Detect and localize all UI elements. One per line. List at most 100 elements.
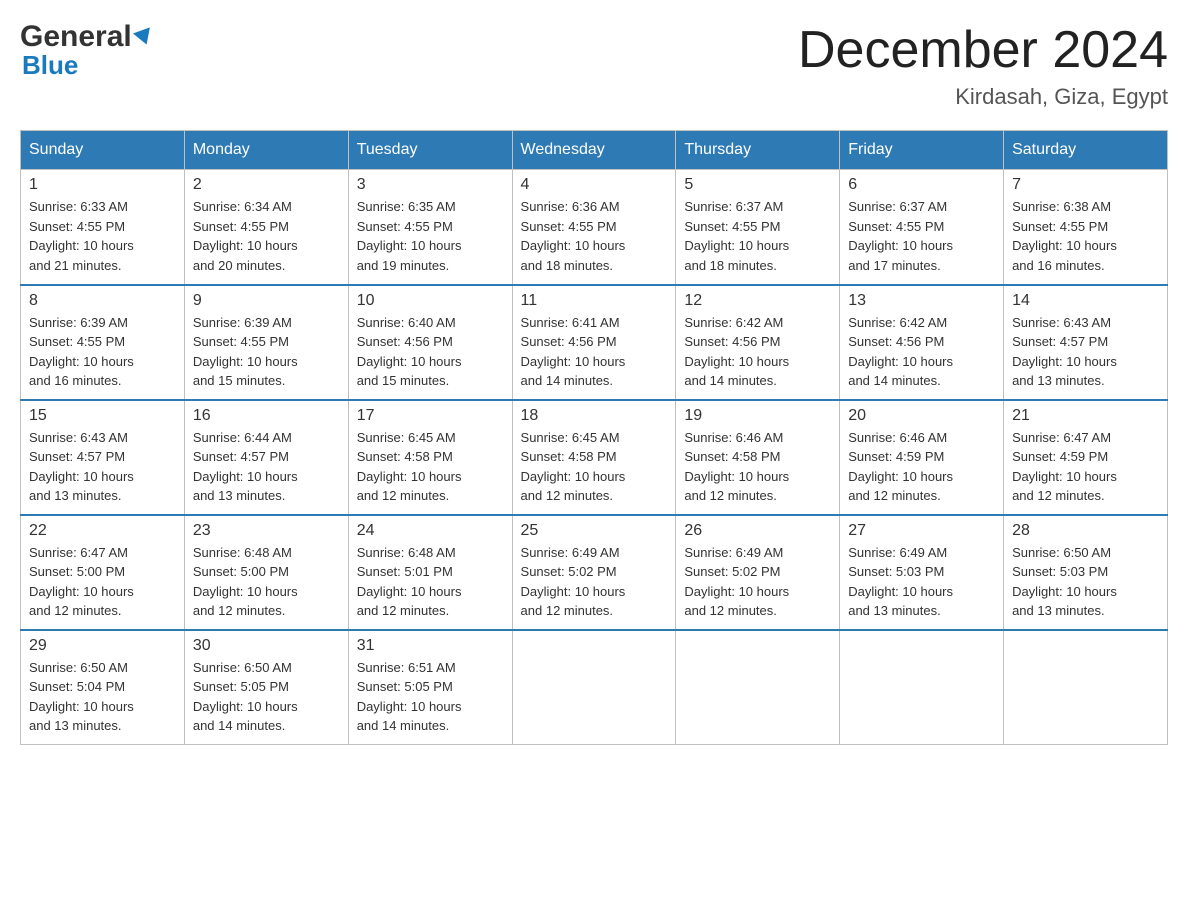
day-info: Sunrise: 6:42 AM Sunset: 4:56 PM Dayligh…: [684, 313, 831, 391]
table-row: 2 Sunrise: 6:34 AM Sunset: 4:55 PM Dayli…: [184, 170, 348, 285]
calendar-week-row: 22 Sunrise: 6:47 AM Sunset: 5:00 PM Dayl…: [21, 515, 1168, 630]
day-info: Sunrise: 6:36 AM Sunset: 4:55 PM Dayligh…: [521, 197, 668, 275]
table-row: 13 Sunrise: 6:42 AM Sunset: 4:56 PM Dayl…: [840, 285, 1004, 400]
day-info: Sunrise: 6:40 AM Sunset: 4:56 PM Dayligh…: [357, 313, 504, 391]
day-number: 16: [193, 407, 340, 425]
table-row: 5 Sunrise: 6:37 AM Sunset: 4:55 PM Dayli…: [676, 170, 840, 285]
table-row: 23 Sunrise: 6:48 AM Sunset: 5:00 PM Dayl…: [184, 515, 348, 630]
day-number: 18: [521, 407, 668, 425]
day-number: 20: [848, 407, 995, 425]
day-info: Sunrise: 6:33 AM Sunset: 4:55 PM Dayligh…: [29, 197, 176, 275]
table-row: 21 Sunrise: 6:47 AM Sunset: 4:59 PM Dayl…: [1004, 400, 1168, 515]
day-number: 12: [684, 292, 831, 310]
day-number: 7: [1012, 176, 1159, 194]
day-info: Sunrise: 6:46 AM Sunset: 4:58 PM Dayligh…: [684, 428, 831, 506]
table-row: 20 Sunrise: 6:46 AM Sunset: 4:59 PM Dayl…: [840, 400, 1004, 515]
day-info: Sunrise: 6:41 AM Sunset: 4:56 PM Dayligh…: [521, 313, 668, 391]
table-row: 29 Sunrise: 6:50 AM Sunset: 5:04 PM Dayl…: [21, 630, 185, 745]
day-info: Sunrise: 6:37 AM Sunset: 4:55 PM Dayligh…: [848, 197, 995, 275]
day-number: 24: [357, 522, 504, 540]
day-number: 10: [357, 292, 504, 310]
table-row: 17 Sunrise: 6:45 AM Sunset: 4:58 PM Dayl…: [348, 400, 512, 515]
day-info: Sunrise: 6:43 AM Sunset: 4:57 PM Dayligh…: [29, 428, 176, 506]
day-info: Sunrise: 6:47 AM Sunset: 4:59 PM Dayligh…: [1012, 428, 1159, 506]
logo: General Blue: [20, 20, 153, 81]
calendar-week-row: 1 Sunrise: 6:33 AM Sunset: 4:55 PM Dayli…: [21, 170, 1168, 285]
table-row: 8 Sunrise: 6:39 AM Sunset: 4:55 PM Dayli…: [21, 285, 185, 400]
table-row: 6 Sunrise: 6:37 AM Sunset: 4:55 PM Dayli…: [840, 170, 1004, 285]
day-number: 15: [29, 407, 176, 425]
day-info: Sunrise: 6:45 AM Sunset: 4:58 PM Dayligh…: [357, 428, 504, 506]
header-monday: Monday: [184, 131, 348, 170]
table-row: 19 Sunrise: 6:46 AM Sunset: 4:58 PM Dayl…: [676, 400, 840, 515]
day-info: Sunrise: 6:49 AM Sunset: 5:03 PM Dayligh…: [848, 543, 995, 621]
header-saturday: Saturday: [1004, 131, 1168, 170]
header-sunday: Sunday: [21, 131, 185, 170]
table-row: [1004, 630, 1168, 745]
table-row: 27 Sunrise: 6:49 AM Sunset: 5:03 PM Dayl…: [840, 515, 1004, 630]
table-row: 12 Sunrise: 6:42 AM Sunset: 4:56 PM Dayl…: [676, 285, 840, 400]
calendar-header-row: Sunday Monday Tuesday Wednesday Thursday…: [21, 131, 1168, 170]
header-friday: Friday: [840, 131, 1004, 170]
day-info: Sunrise: 6:34 AM Sunset: 4:55 PM Dayligh…: [193, 197, 340, 275]
day-info: Sunrise: 6:50 AM Sunset: 5:03 PM Dayligh…: [1012, 543, 1159, 621]
calendar-week-row: 15 Sunrise: 6:43 AM Sunset: 4:57 PM Dayl…: [21, 400, 1168, 515]
table-row: 1 Sunrise: 6:33 AM Sunset: 4:55 PM Dayli…: [21, 170, 185, 285]
header-thursday: Thursday: [676, 131, 840, 170]
table-row: [840, 630, 1004, 745]
table-row: 4 Sunrise: 6:36 AM Sunset: 4:55 PM Dayli…: [512, 170, 676, 285]
logo-triangle-icon: [133, 27, 155, 47]
logo-name1: General: [20, 20, 132, 54]
day-number: 8: [29, 292, 176, 310]
table-row: 14 Sunrise: 6:43 AM Sunset: 4:57 PM Dayl…: [1004, 285, 1168, 400]
table-row: 16 Sunrise: 6:44 AM Sunset: 4:57 PM Dayl…: [184, 400, 348, 515]
day-number: 2: [193, 176, 340, 194]
table-row: 18 Sunrise: 6:45 AM Sunset: 4:58 PM Dayl…: [512, 400, 676, 515]
day-number: 13: [848, 292, 995, 310]
logo-name2: Blue: [22, 50, 78, 81]
day-number: 30: [193, 637, 340, 655]
day-info: Sunrise: 6:50 AM Sunset: 5:05 PM Dayligh…: [193, 658, 340, 736]
day-info: Sunrise: 6:49 AM Sunset: 5:02 PM Dayligh…: [521, 543, 668, 621]
table-row: 22 Sunrise: 6:47 AM Sunset: 5:00 PM Dayl…: [21, 515, 185, 630]
day-number: 25: [521, 522, 668, 540]
table-row: 25 Sunrise: 6:49 AM Sunset: 5:02 PM Dayl…: [512, 515, 676, 630]
day-number: 22: [29, 522, 176, 540]
day-info: Sunrise: 6:37 AM Sunset: 4:55 PM Dayligh…: [684, 197, 831, 275]
day-info: Sunrise: 6:38 AM Sunset: 4:55 PM Dayligh…: [1012, 197, 1159, 275]
day-number: 28: [1012, 522, 1159, 540]
calendar-table: Sunday Monday Tuesday Wednesday Thursday…: [20, 130, 1168, 745]
day-info: Sunrise: 6:44 AM Sunset: 4:57 PM Dayligh…: [193, 428, 340, 506]
header-wednesday: Wednesday: [512, 131, 676, 170]
day-number: 11: [521, 292, 668, 310]
day-number: 23: [193, 522, 340, 540]
month-title: December 2024: [798, 20, 1168, 80]
table-row: 30 Sunrise: 6:50 AM Sunset: 5:05 PM Dayl…: [184, 630, 348, 745]
day-number: 26: [684, 522, 831, 540]
day-number: 9: [193, 292, 340, 310]
day-info: Sunrise: 6:50 AM Sunset: 5:04 PM Dayligh…: [29, 658, 176, 736]
day-number: 17: [357, 407, 504, 425]
calendar-week-row: 29 Sunrise: 6:50 AM Sunset: 5:04 PM Dayl…: [21, 630, 1168, 745]
table-row: 10 Sunrise: 6:40 AM Sunset: 4:56 PM Dayl…: [348, 285, 512, 400]
table-row: 9 Sunrise: 6:39 AM Sunset: 4:55 PM Dayli…: [184, 285, 348, 400]
day-info: Sunrise: 6:48 AM Sunset: 5:01 PM Dayligh…: [357, 543, 504, 621]
day-number: 6: [848, 176, 995, 194]
day-info: Sunrise: 6:48 AM Sunset: 5:00 PM Dayligh…: [193, 543, 340, 621]
day-info: Sunrise: 6:45 AM Sunset: 4:58 PM Dayligh…: [521, 428, 668, 506]
day-info: Sunrise: 6:51 AM Sunset: 5:05 PM Dayligh…: [357, 658, 504, 736]
day-number: 31: [357, 637, 504, 655]
calendar-week-row: 8 Sunrise: 6:39 AM Sunset: 4:55 PM Dayli…: [21, 285, 1168, 400]
day-number: 19: [684, 407, 831, 425]
day-info: Sunrise: 6:39 AM Sunset: 4:55 PM Dayligh…: [29, 313, 176, 391]
table-row: 31 Sunrise: 6:51 AM Sunset: 5:05 PM Dayl…: [348, 630, 512, 745]
table-row: 26 Sunrise: 6:49 AM Sunset: 5:02 PM Dayl…: [676, 515, 840, 630]
table-row: 15 Sunrise: 6:43 AM Sunset: 4:57 PM Dayl…: [21, 400, 185, 515]
day-info: Sunrise: 6:46 AM Sunset: 4:59 PM Dayligh…: [848, 428, 995, 506]
title-area: December 2024 Kirdasah, Giza, Egypt: [798, 20, 1168, 110]
table-row: [676, 630, 840, 745]
day-info: Sunrise: 6:35 AM Sunset: 4:55 PM Dayligh…: [357, 197, 504, 275]
table-row: 3 Sunrise: 6:35 AM Sunset: 4:55 PM Dayli…: [348, 170, 512, 285]
day-number: 29: [29, 637, 176, 655]
header-tuesday: Tuesday: [348, 131, 512, 170]
